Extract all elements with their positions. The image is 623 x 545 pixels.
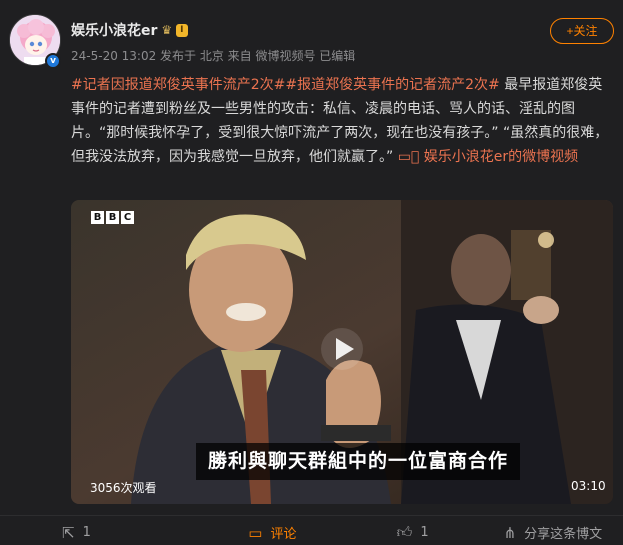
video-player[interactable]: B B C 勝利與聊天群組中的一位富商合作 3056次观看 03:10 <box>71 200 613 504</box>
comment-icon: ▭ <box>248 523 263 542</box>
thumbs-up-icon: 👍︎ <box>396 523 413 541</box>
like-count: 1 <box>420 525 429 540</box>
share-button[interactable]: ⋔ 分享这条博文 <box>483 520 623 545</box>
video-icon: ▭⃞ <box>397 149 424 165</box>
comment-button[interactable]: ▭ 评论 <box>202 520 342 545</box>
bbc-logo: B B C <box>91 211 134 224</box>
repost-icon: ⇱ <box>62 523 75 542</box>
follow-button[interactable]: +关注 <box>550 18 614 44</box>
video-duration: 03:10 <box>571 479 606 493</box>
comment-label: 评论 <box>270 527 297 542</box>
crown-icon: ♛ <box>161 23 173 37</box>
level-badge: I <box>176 23 188 37</box>
video-subtitle: 勝利與聊天群組中的一位富商合作 <box>196 443 521 480</box>
share-icon: ⋔ <box>503 523 517 542</box>
divider <box>0 515 623 516</box>
post-text: #记者因报道郑俊英事件流产2次##报道郑俊英事件的记者流产2次# 最早报道郑俊英… <box>71 73 616 169</box>
video-link-label: 娱乐小浪花er的微博视频 <box>423 149 579 165</box>
post-meta: 24-5-20 13:02 发布于 北京 来自 微博视频号 已编辑 <box>71 49 356 63</box>
play-icon <box>336 338 354 360</box>
username[interactable]: 娱乐小浪花er <box>71 20 157 40</box>
hashtag-link[interactable]: #记者因报道郑俊英事件流产2次# <box>71 77 285 93</box>
view-count: 3056次观看 <box>90 481 157 495</box>
play-button[interactable] <box>321 328 363 370</box>
video-link[interactable]: ▭⃞ 娱乐小浪花er的微博视频 <box>398 149 578 165</box>
repost-button[interactable]: ⇱ 1 <box>0 520 202 545</box>
hashtag-link[interactable]: #报道郑俊英事件的记者流产2次# <box>285 77 499 93</box>
verified-badge-icon: v <box>45 53 61 69</box>
like-button[interactable]: 👍︎ 1 <box>343 520 483 545</box>
share-label: 分享这条博文 <box>524 527 603 542</box>
repost-count: 1 <box>82 525 91 540</box>
user-header: 娱乐小浪花er ♛ I <box>71 20 188 40</box>
action-bar: ⇱ 1 ▭ 评论 👍︎ 1 ⋔ 分享这条博文 <box>0 520 623 545</box>
